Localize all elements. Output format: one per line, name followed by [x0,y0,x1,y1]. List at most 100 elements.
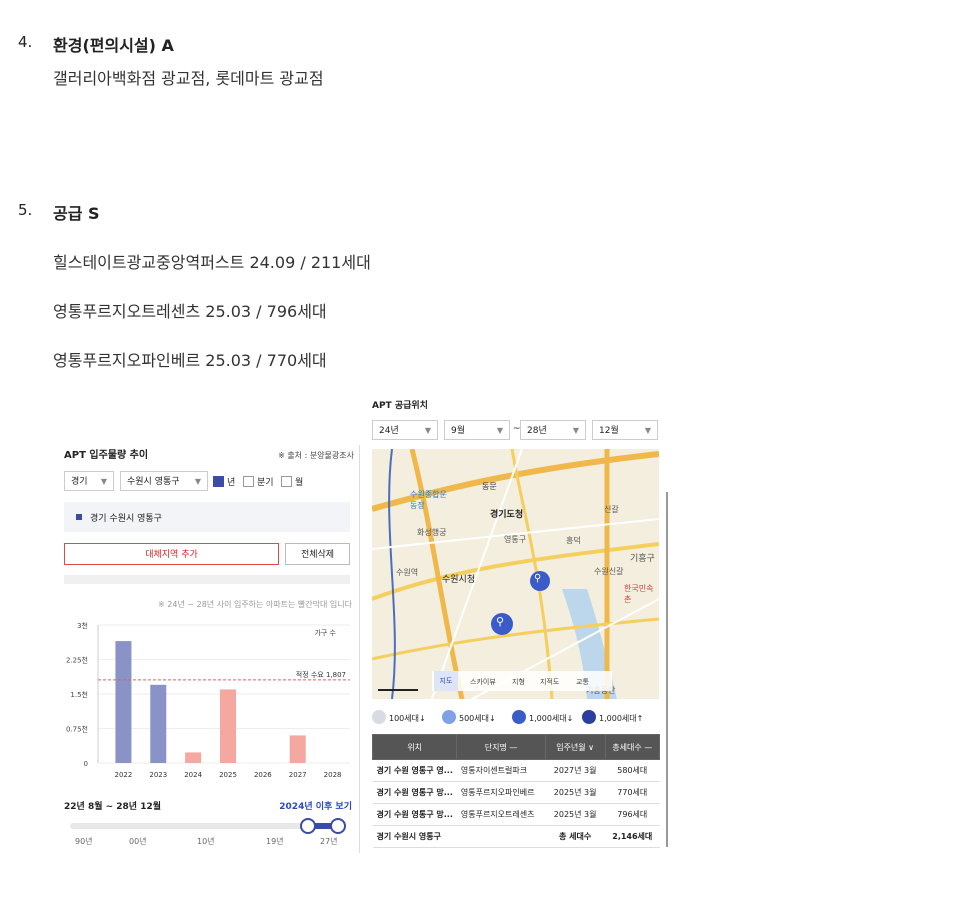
x-tick-label: 2023 [149,771,167,779]
supply-item: 영통푸르지오파인베르 25.03 / 770세대 [53,351,327,370]
cell-move-in-date: 2027년 3월 [545,759,606,782]
y-tick-label: 2.25천 [66,656,88,665]
cell-move-in-date: 2025년 3월 [545,803,606,826]
cell-location: 경기 수원 영통구 영... [372,759,457,782]
cell-total-units: 770세대 [605,781,660,804]
cell-location: 경기 수원시 영통구 [372,825,457,848]
to-year-select[interactable]: 28년 ▼ [520,420,586,440]
map-label: 동문 [482,482,497,491]
col-move-in-date[interactable]: 입주년월 ∨ [544,734,606,760]
month-checkbox-label: 월 [295,478,304,488]
section-4-number: 4. [18,33,33,51]
map-tab-traffic[interactable]: 교통 [576,677,589,687]
bar-2024 [185,752,202,763]
y-tick-label: 1.5천 [70,690,88,699]
add-compare-region-button[interactable]: 대체지역 추가 [64,543,279,565]
col-total-units[interactable]: 총세대수 — [604,734,661,760]
x-tick-label: 2025 [219,771,237,779]
chevron-down-icon: ▼ [100,477,107,486]
map-label: 수원시청 [442,575,476,585]
legend-label: 100세대↓ [389,714,426,723]
supply-item: 힐스테이트광교중앙역퍼스트 24.09 / 211세대 [53,253,371,272]
map-pin-icon[interactable]: ⚲ [534,573,541,584]
date-range-label: 22년 8월 ~ 28년 12월 [64,802,162,812]
reference-line-label: 적정 수요 1,807 [296,670,346,679]
x-tick-label: 2027 [289,771,307,779]
y-tick-label: 0 [84,760,88,768]
table-row[interactable]: 경기 수원 영통구 영... 영통자이센트럴파크 2027년 3월 580세대 [372,759,660,782]
map-tab-cadastral[interactable]: 지적도 [540,677,559,687]
map-label: 수원역 [396,568,419,577]
map-type-tabs: 지도 스카이뷰 지형 지적도 교통 [432,671,612,691]
chevron-down-icon: ▼ [424,426,431,435]
clear-all-button[interactable]: 전체삭제 [285,543,350,565]
apt-supply-location-panel: APT 공급위치 24년 ▼ 9월 ▼ ~ 28년 ▼ 12월 ▼ 동문 수원종합운동장… [371,392,672,862]
chevron-down-icon: ▼ [496,426,503,435]
x-tick-label: 2026 [254,771,272,779]
cell-location: 경기 수원 영통구 망... [372,803,457,826]
map-label: 화성행궁 [417,528,447,537]
cell-complex-name: 영통자이센트럴파크 [456,759,546,782]
cell-total-units: 796세대 [605,803,660,826]
map-tab-skyview[interactable]: 스카이뷰 [470,677,496,687]
section-4-title: 환경(편의시설) A [53,36,174,55]
quarter-checkbox[interactable] [243,476,254,487]
year-checkbox[interactable] [213,476,224,487]
after-2024-link[interactable]: 2024년 이후 보기 [279,799,352,812]
slider-tick-label: 19년 [266,837,284,846]
map-scale-bar [378,689,418,691]
panel-title: APT 공급위치 [372,401,428,411]
pin-1000-icon [512,710,526,724]
scrollbar[interactable] [666,492,668,847]
col-complex-name[interactable]: 단지명 — [456,734,546,760]
panel-divider [359,445,360,853]
apt-supply-trend-panel: APT 입주물량 추이 ※ 출처 : 분양물광조사 경기 ▼ 수원시 영통구 ▼ 년… [54,438,358,858]
total-units: 2,146세대 [605,825,660,848]
table-row[interactable]: 경기 수원 영통구 망... 영통푸르지오파인베르 2025년 3월 770세대 [372,781,660,804]
pin-500-icon [442,710,456,724]
region-bullet [76,514,82,520]
bar-2022 [115,641,132,763]
cell-location: 경기 수원 영통구 망... [372,781,457,804]
section-5-number: 5. [18,201,33,219]
table-row[interactable]: 경기 수원 영통구 망... 영통푸르지오트레센츠 2025년 3월 796세대 [372,803,660,826]
supply-bar-chart: 0 0.75천 1.5천 2.25천 3천가구 수 2022 2023 2024 2025 202… [66,621,350,779]
legend-label: 1,000세대↓ [529,714,574,723]
from-year-select[interactable]: 24년 ▼ [372,420,438,440]
month-checkbox[interactable] [281,476,292,487]
region-select[interactable]: 경기 ▼ [64,471,114,491]
map-pin-icon[interactable]: ⚲ [496,615,504,628]
map-tab-terrain[interactable]: 지형 [512,677,525,687]
slider-tick-label: 90년 [75,837,93,846]
supply-map[interactable]: 동문 수원종합운동장 경기도청 화성행궁 영통구 수원시청 기흥구 한국민속촌 … [372,449,659,699]
map-label: 흥덕 [566,536,581,545]
chevron-down-icon: ▼ [644,426,651,435]
bar-2023 [150,684,167,763]
selected-region-row: 경기 수원시 영통구 [64,502,350,532]
chevron-down-icon: ▼ [572,426,579,435]
total-label: 총 세대수 [545,825,606,848]
col-location[interactable]: 위치 [371,734,458,760]
slider-handle-start[interactable] [300,818,316,834]
apt-supply-table: 위치 단지명 — 입주년월 ∨ 총세대수 — 경기 수원 영통구 영... 영통… [371,734,661,848]
table-total-row: 경기 수원시 영통구 총 세대수 2,146세대 [372,825,660,848]
table-header-row: 위치 단지명 — 입주년월 ∨ 총세대수 — [371,734,661,760]
map-tab-map[interactable]: 지도 [434,671,458,691]
cell-complex-name: 영통푸르지오트레센츠 [456,803,546,826]
y-tick-label: 0.75천 [66,725,88,734]
x-tick-label: 2024 [184,771,202,779]
bar-2027 [289,735,306,763]
slider-tick-label: 10년 [197,837,215,846]
slider-handle-end[interactable] [330,818,346,834]
pin-100-icon [372,710,386,724]
selected-region-label: 경기 수원시 영통구 [90,514,162,524]
slider-tick-label: 27년 [320,837,338,846]
cell-complex-name: 영통푸르지오파인베르 [456,781,546,804]
quarter-checkbox-label: 분기 [257,478,274,488]
panel-title: APT 입주물량 추이 [64,450,149,461]
map-label: 신갈 [604,505,619,514]
to-month-select[interactable]: 12월 ▼ [592,420,658,440]
from-month-select[interactable]: 9월 ▼ [444,420,510,440]
cell-move-in-date: 2025년 3월 [545,781,606,804]
district-select[interactable]: 수원시 영통구 ▼ [120,471,208,491]
